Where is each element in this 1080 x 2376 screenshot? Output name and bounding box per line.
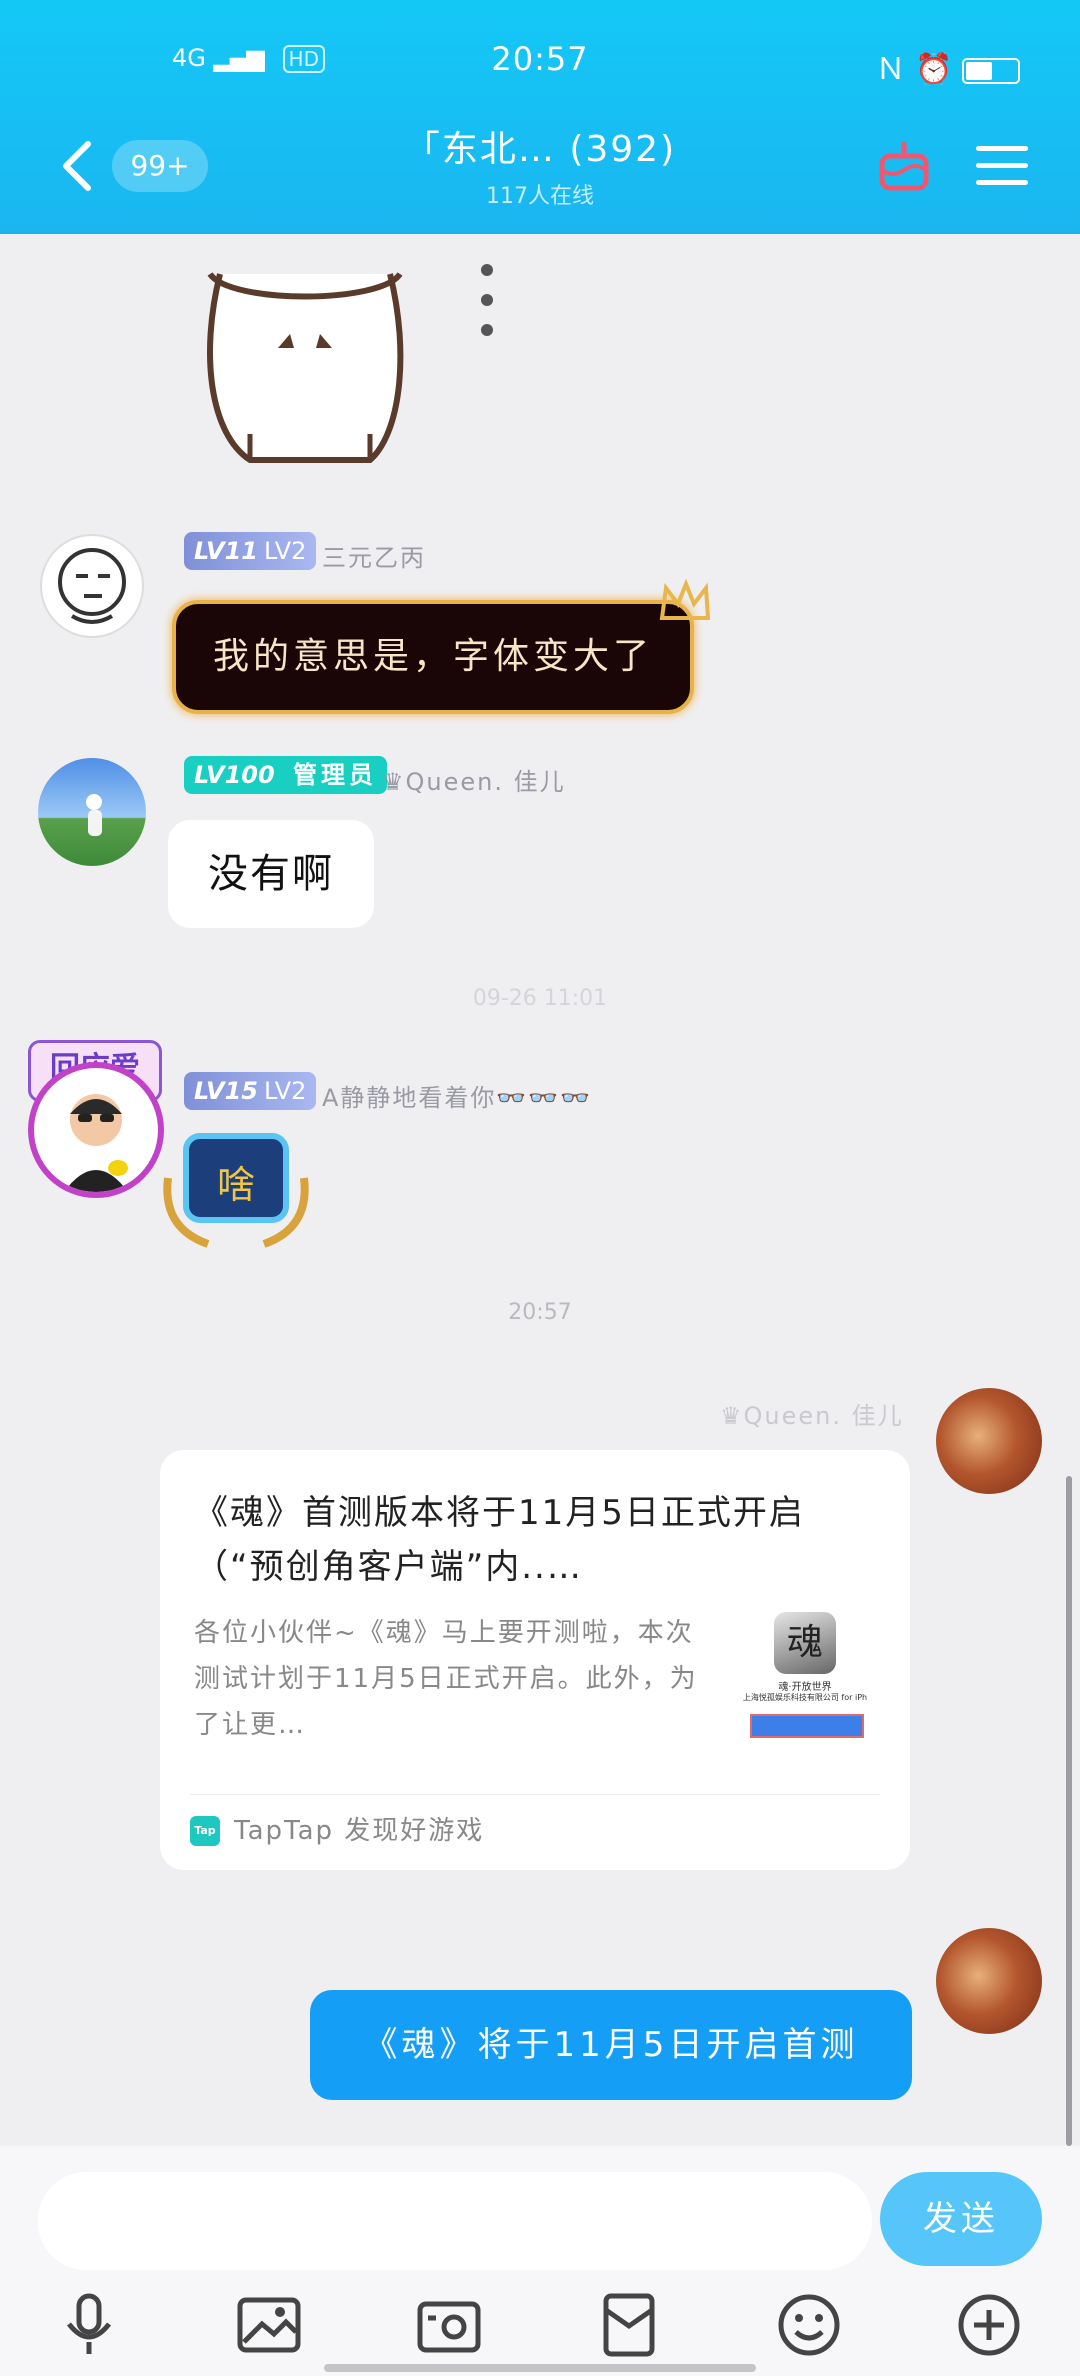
- cartoon-sticker: [207, 271, 404, 463]
- message-text: 我的意思是，字体变大了: [212, 636, 653, 677]
- sender-nickname[interactable]: ♛Queen. 佳儿: [382, 762, 566, 797]
- message-bubble[interactable]: 我的意思是，字体变大了: [172, 600, 694, 714]
- admin-level-badge: LV100 管理员: [184, 756, 388, 794]
- card-title: 《魂》首测版本将于11月5日正式开启（“预创角客户端”内..…: [194, 1493, 805, 1587]
- status-icons: Ｎ ⏰: [876, 44, 1020, 88]
- role-text: 管理员: [293, 761, 378, 789]
- divider: [190, 1794, 880, 1795]
- send-button[interactable]: 发送: [880, 2172, 1042, 2266]
- game-logo-icon: 魂: [774, 1612, 836, 1674]
- sticker-text: 啥: [216, 1163, 255, 1207]
- sticker-message[interactable]: 啥: [158, 1118, 314, 1248]
- red-packet-icon[interactable]: [594, 2290, 664, 2360]
- microphone-icon[interactable]: [54, 2290, 124, 2360]
- sublevel-text: LV2: [263, 537, 307, 565]
- cake-icon[interactable]: [876, 136, 932, 194]
- share-card[interactable]: 《魂》首测版本将于11月5日正式开启（“预创角客户端”内..… 各位小伙伴~《魂…: [160, 1450, 910, 1870]
- level-text: LV15: [194, 1077, 258, 1105]
- message-text: 《魂》将于11月5日开启首测: [363, 2025, 859, 2065]
- thumb-button: [750, 1714, 864, 1738]
- timestamp: 20:57: [508, 1300, 572, 1325]
- camera-icon[interactable]: [414, 2290, 484, 2360]
- card-thumbnail: 魂 魂·开放世界 上海悦孤娱乐科技有限公司 for iPh: [740, 1612, 870, 1742]
- taptap-logo-icon: Tap: [190, 1816, 220, 1846]
- home-indicator[interactable]: [324, 2364, 756, 2372]
- emoji-icon[interactable]: [774, 2290, 844, 2360]
- sublevel-text: LV2: [263, 1077, 307, 1105]
- sender-nickname[interactable]: ♛Queen. 佳儿: [720, 1396, 904, 1431]
- level-badge: LV11 LV2: [184, 532, 317, 570]
- level-text: LV11: [194, 537, 258, 565]
- outgoing-message-bubble[interactable]: 《魂》将于11月5日开启首测: [310, 1990, 912, 2100]
- person-icon: [86, 794, 102, 836]
- message-text: 没有啊: [208, 851, 334, 897]
- plus-icon[interactable]: [954, 2290, 1024, 2360]
- my-avatar[interactable]: [936, 1388, 1042, 1494]
- chat-header: 4G ▂▄▆ HD 20:57 Ｎ ⏰ 99+ 「东北… (392) 117人在…: [0, 0, 1080, 234]
- timestamp: 09-26 11:01: [472, 986, 608, 1011]
- thumb-caption: 魂·开放世界: [778, 1682, 832, 1693]
- sender-nickname[interactable]: 三元乙丙: [322, 538, 426, 573]
- alarm-icon: ⏰: [915, 52, 953, 87]
- level-text: LV100: [194, 761, 275, 789]
- thumb-company: 上海悦孤娱乐科技有限公司 for iPh: [742, 1693, 868, 1702]
- avatar[interactable]: [38, 758, 146, 866]
- sender-nickname[interactable]: A静静地看着你👓👓👓: [322, 1078, 592, 1113]
- crown-icon: [659, 578, 711, 620]
- ellipsis-decoration: [481, 264, 493, 336]
- my-avatar[interactable]: [936, 1928, 1042, 2034]
- chat-scrollbar[interactable]: [1066, 1476, 1072, 2146]
- cartoon-boy-icon: [64, 1094, 128, 1192]
- meme-face-icon: [58, 548, 126, 624]
- avatar[interactable]: [40, 534, 144, 638]
- card-description: 各位小伙伴~《魂》马上要开测啦，本次测试计划于11月5日正式开启。此外，为了让更…: [194, 1618, 698, 1740]
- message-input[interactable]: [38, 2172, 872, 2270]
- avatar[interactable]: [28, 1062, 164, 1198]
- message-bubble[interactable]: 没有啊: [168, 820, 374, 928]
- nfc-icon: Ｎ: [875, 52, 906, 87]
- level-badge: LV15 LV2: [184, 1072, 317, 1110]
- menu-icon[interactable]: [974, 142, 1030, 190]
- card-source: TapTap 发现好游戏: [234, 1816, 485, 1846]
- battery-icon: [962, 57, 1020, 84]
- image-icon[interactable]: [234, 2290, 304, 2360]
